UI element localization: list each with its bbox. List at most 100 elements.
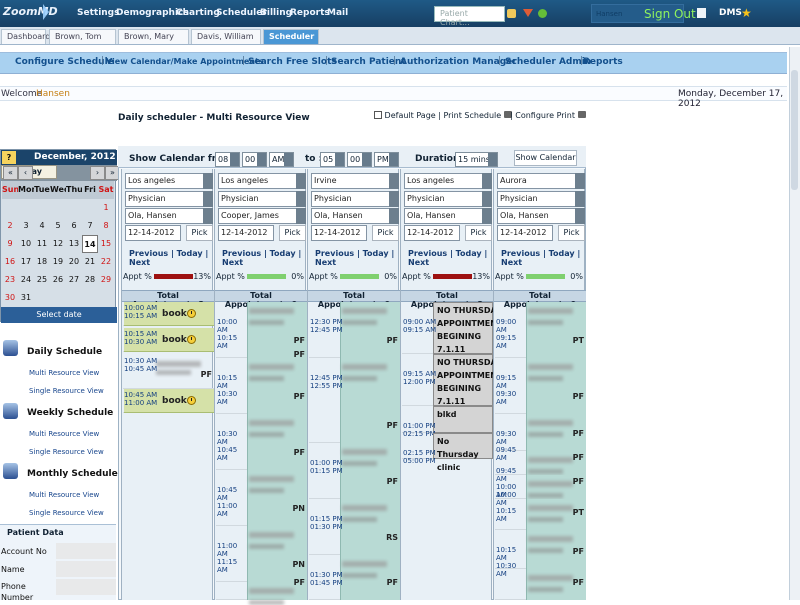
booked-slot[interactable]: PF 01:30 PM 01:45 PM (309, 555, 400, 600)
weekly-single-resource-link[interactable]: Single Resource View (29, 448, 104, 456)
subnav-view-calendar[interactable]: View Calendar/Make Appointments (106, 57, 264, 66)
weekly-multi-resource-link[interactable]: Multi Resource View (29, 430, 99, 438)
booked-slot[interactable]: PF (216, 578, 307, 605)
calendar-day-22[interactable]: 22 (98, 253, 114, 271)
calendar-day-10[interactable]: 10 (18, 235, 34, 253)
booked-slot[interactable]: PF 01:00 PM 01:15 PM (309, 443, 400, 499)
next-link[interactable]: Next (222, 258, 243, 267)
date-field[interactable]: 12-14-2012 (497, 225, 553, 241)
nav-mail[interactable]: Mail (327, 8, 348, 18)
nav-settings[interactable]: Settings (77, 8, 119, 18)
blocked-slot[interactable]: NO THURSDAY APPOINTMENTS BEGINING 7.1.11… (402, 302, 508, 354)
from-hour-select[interactable]: 08 (215, 152, 240, 167)
today-link[interactable]: Today (549, 249, 575, 258)
subnav-scheduler-admin[interactable]: Scheduler Admin (505, 57, 591, 67)
book-link[interactable]: book (162, 335, 187, 345)
select-date-button[interactable]: Select date (1, 307, 117, 323)
calendar-day-13[interactable]: 13 (66, 235, 82, 253)
tab-brown-tom[interactable]: Brown, Tom (49, 29, 116, 44)
calendar-day-2[interactable]: 2 (2, 217, 18, 235)
doctor-select[interactable]: Ola, Hansen (404, 208, 492, 224)
calendar-day-1[interactable]: 1 (98, 199, 114, 217)
print-schedule-link[interactable]: Print Schedule (443, 111, 501, 120)
pick-date-button[interactable]: Pick (372, 225, 399, 241)
role-select[interactable]: Physician (404, 191, 492, 207)
location-select[interactable]: Los angeles (125, 173, 213, 189)
doctor-select[interactable]: Ola, Hansen (311, 208, 399, 224)
name-field[interactable] (56, 561, 116, 577)
prev-year-button[interactable]: « (3, 166, 18, 180)
prev-month-button[interactable]: ‹ (18, 166, 33, 180)
from-ampm-select[interactable]: AM (269, 152, 294, 167)
calendar-day-27[interactable]: 27 (66, 271, 82, 289)
duration-select[interactable]: 15 mins (455, 152, 498, 167)
calendar-day-23[interactable]: 23 (2, 271, 18, 289)
next-link[interactable]: Next (315, 258, 336, 267)
phone-field[interactable] (56, 579, 116, 595)
default-page-checkbox[interactable]: Default Page | Print Schedule (374, 111, 512, 120)
daily-multi-resource-link[interactable]: Multi Resource View (29, 369, 99, 377)
location-select[interactable]: Los angeles (404, 173, 492, 189)
person-icon[interactable] (507, 9, 516, 18)
calendar-day-19[interactable]: 19 (50, 253, 66, 271)
booked-slot[interactable]: PF 10:30 AM 10:45 AM (216, 414, 307, 470)
booked-slot[interactable]: PF 10:15 AM 10:30 AM (495, 530, 586, 578)
calendar-day-9[interactable]: 9 (2, 235, 18, 253)
calendar-day-29[interactable]: 29 (98, 271, 114, 289)
subnav-reports[interactable]: Reports (583, 57, 623, 67)
configure-print-link[interactable]: Configure Print (515, 111, 575, 120)
calendar-day-31[interactable]: 31 (18, 289, 34, 307)
calendar-day-8[interactable]: 8 (98, 217, 114, 235)
nav-billing[interactable]: Billing (260, 8, 292, 18)
nav-reports[interactable]: Reports (290, 8, 330, 18)
time-slot[interactable]: book 10:45 AM 11:00 AM (123, 389, 214, 413)
booked-slot[interactable]: RS 01:15 PM 01:30 PM (309, 499, 400, 555)
location-select[interactable]: Los angeles (218, 173, 306, 189)
role-select[interactable]: Physician (125, 191, 213, 207)
blocked-slot[interactable]: NO THURSDAY APPOINTMENTS BEGINING 7.1.11… (402, 354, 508, 406)
today-link[interactable]: Today (363, 249, 389, 258)
calendar-day-12[interactable]: 12 (50, 235, 66, 253)
tab-dashboard[interactable]: Dashboard (1, 29, 50, 44)
subnav-configure-schedule[interactable]: Configure Schedule (15, 57, 114, 67)
booked-slot[interactable]: PF 10:00 AM 10:15 AM (495, 475, 586, 523)
calendar-help-button[interactable]: ? (2, 151, 16, 164)
calendar-day-16[interactable]: 16 (2, 253, 18, 271)
printer-icon[interactable] (577, 111, 586, 118)
location-select[interactable]: Aurora (497, 173, 585, 189)
doctor-select[interactable]: Ola, Hansen (497, 208, 585, 224)
booked-slot[interactable]: PF 12:30 PM 12:45 PM (309, 302, 400, 358)
booked-slot[interactable]: PF 12:45 PM 12:55 PM (309, 358, 400, 443)
next-month-button[interactable]: › (90, 166, 105, 180)
calendar-day-11[interactable]: 11 (34, 235, 50, 253)
role-select[interactable]: Physician (497, 191, 585, 207)
doctor-select[interactable]: Ola, Hansen (125, 208, 213, 224)
booked-slot[interactable]: PT (495, 499, 586, 530)
date-field[interactable]: 12-14-2012 (311, 225, 367, 241)
sign-out-link[interactable]: Sign Out (644, 7, 696, 21)
calendar-day-5[interactable]: 5 (50, 217, 66, 235)
monthly-single-resource-link[interactable]: Single Resource View (29, 509, 104, 517)
previous-link[interactable]: Previous (501, 249, 540, 258)
previous-link[interactable]: Previous (129, 249, 168, 258)
checkbox-icon[interactable] (374, 111, 382, 119)
book-link[interactable]: book (162, 396, 187, 406)
account-number-field[interactable] (56, 543, 116, 559)
daily-single-resource-link[interactable]: Single Resource View (29, 387, 104, 395)
calendar-day-4[interactable]: 4 (34, 217, 50, 235)
calendar-day-14[interactable]: 14 (82, 235, 98, 253)
time-slot[interactable]: book 10:15 AM 10:30 AM (123, 328, 214, 352)
today-link[interactable]: Today (270, 249, 296, 258)
pick-date-button[interactable]: Pick (186, 225, 213, 241)
scrollbar-thumb[interactable] (791, 70, 798, 190)
date-field[interactable]: 12-14-2012 (218, 225, 274, 241)
booked-slot[interactable]: PF PF 10:00 AM 10:15 AM (216, 302, 307, 359)
calendar-day-25[interactable]: 25 (34, 271, 50, 289)
previous-link[interactable]: Previous (408, 249, 447, 258)
today-link[interactable]: Today (177, 249, 203, 258)
calendar-day-3[interactable]: 3 (18, 217, 34, 235)
calendar-day-26[interactable]: 26 (50, 271, 66, 289)
date-field[interactable]: 12-14-2012 (404, 225, 460, 241)
next-link[interactable]: Next (501, 258, 522, 267)
tab-scheduler[interactable]: Scheduler (263, 29, 319, 44)
